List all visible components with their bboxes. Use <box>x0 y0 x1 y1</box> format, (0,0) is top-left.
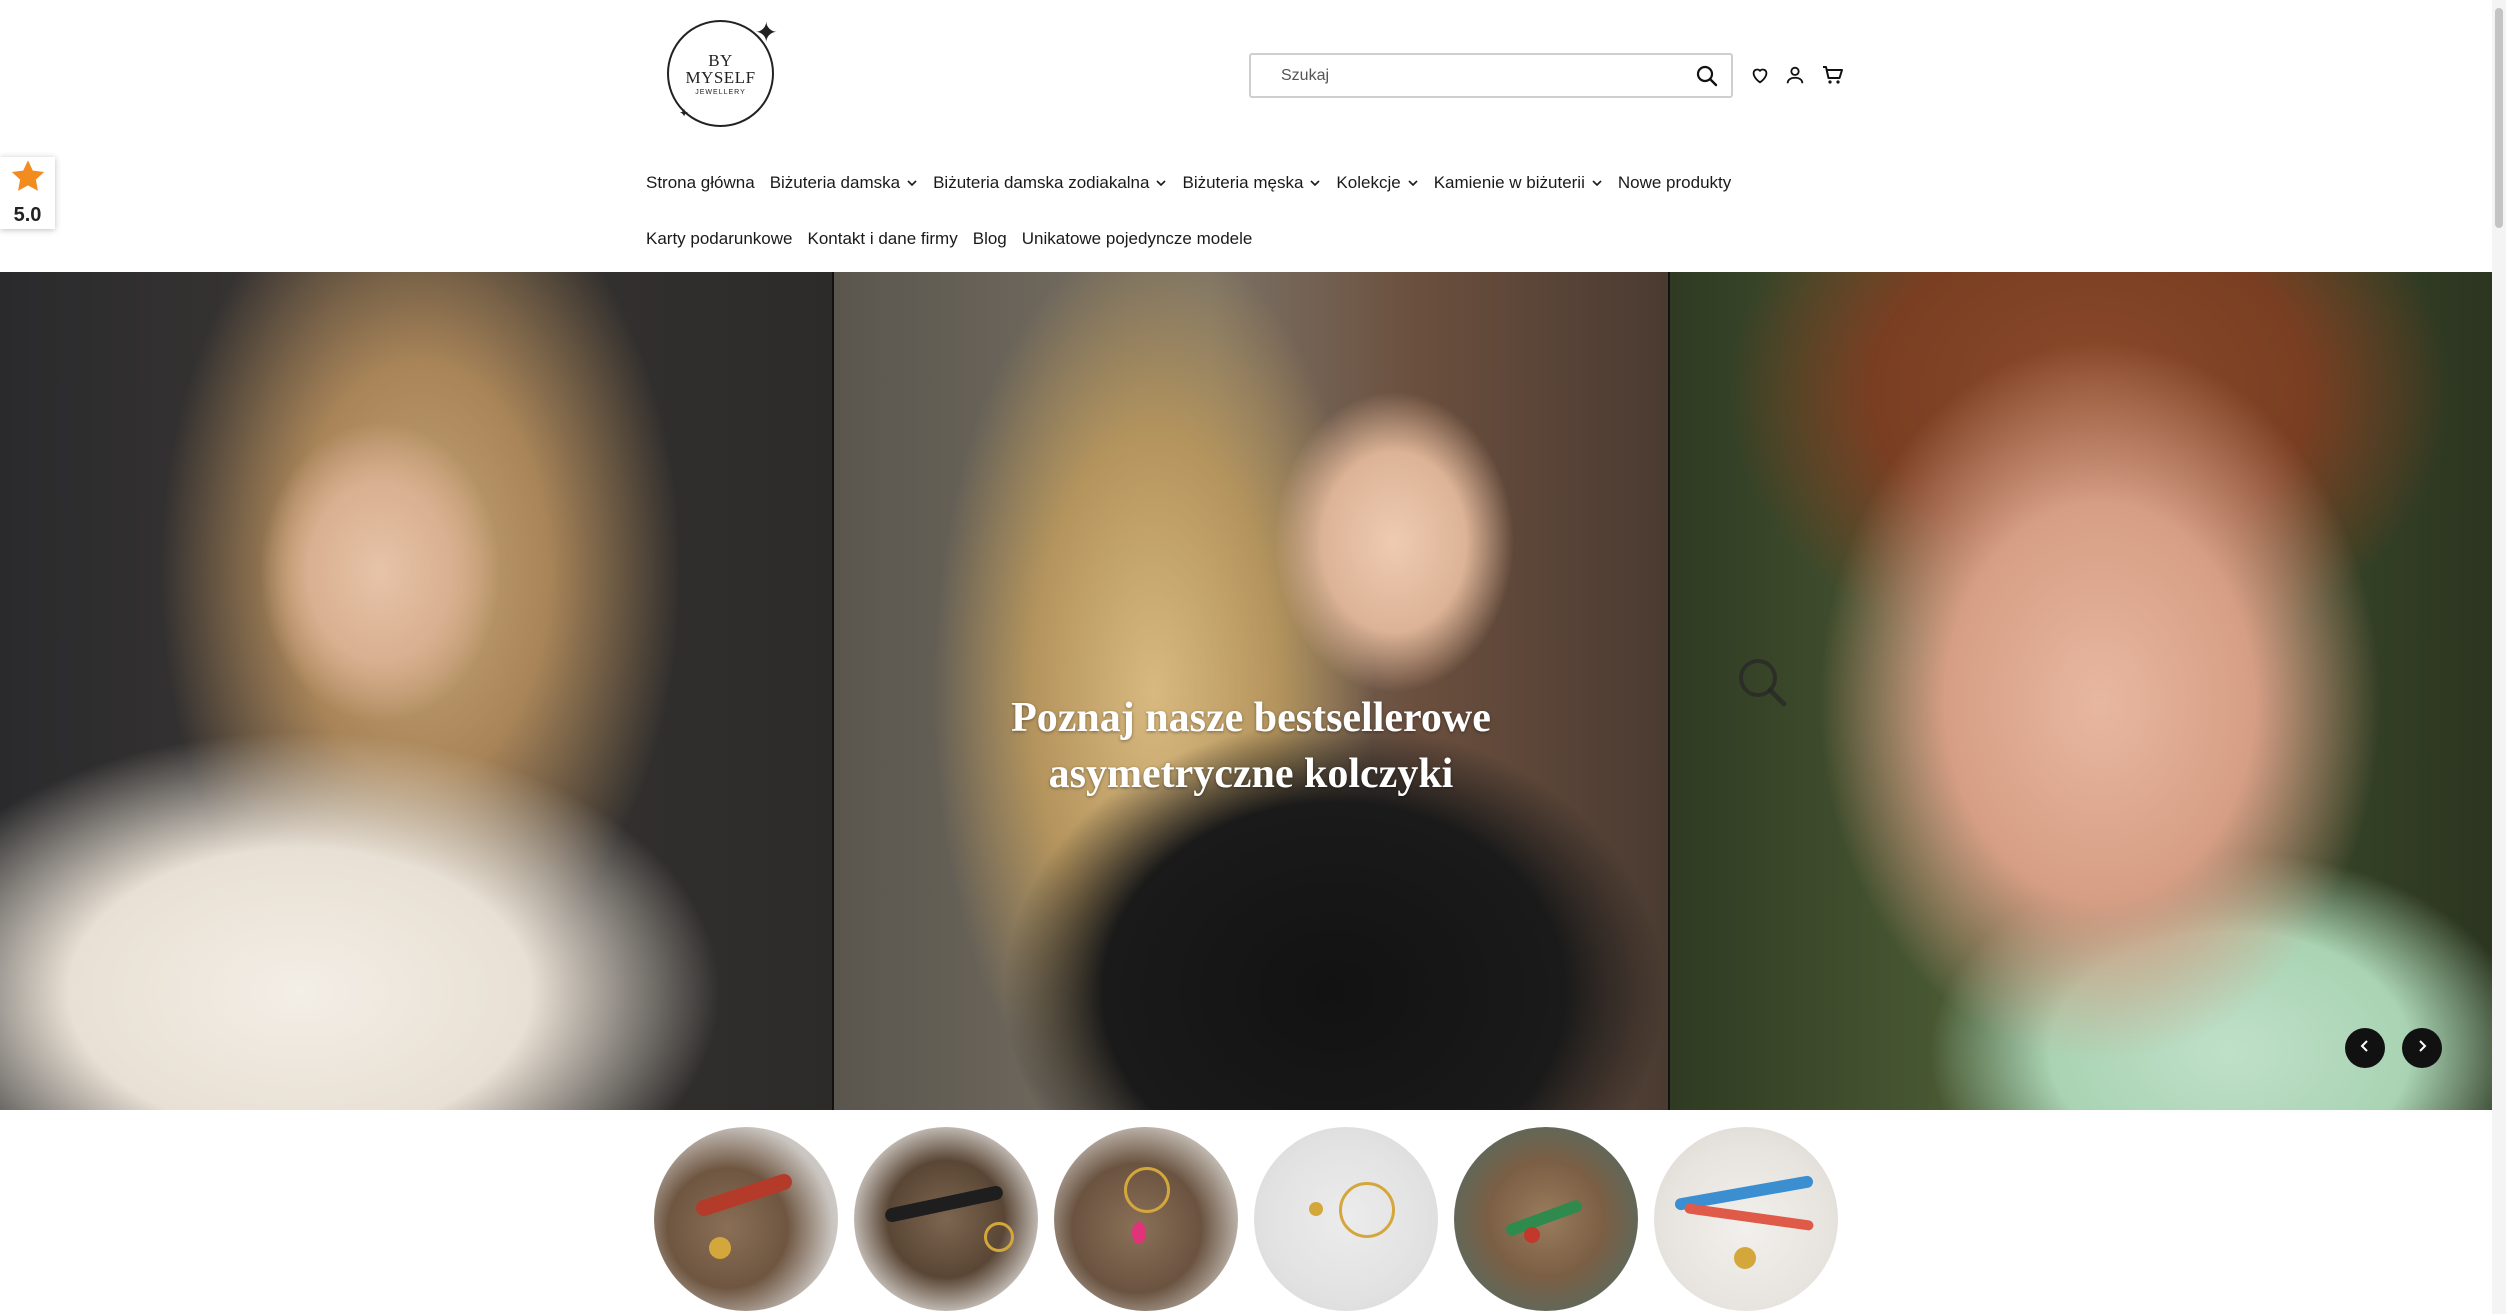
hero-image-model-1 <box>0 272 832 1110</box>
heart-icon[interactable] <box>1747 62 1773 88</box>
chevron-down-icon <box>1155 177 1167 189</box>
search-input[interactable] <box>1251 54 1687 97</box>
nav-item-label: Kontakt i dane firmy <box>807 229 958 248</box>
hero-caption-line-1: Poznaj nasze bestsellerowe <box>1011 695 1491 741</box>
nav-item-label: Kamienie w biżuterii <box>1433 173 1585 192</box>
category-image-earrings[interactable] <box>1054 1127 1238 1311</box>
hero-caption-line-2: asymetryczne kolczyki <box>1048 751 1454 797</box>
logo-line-3: JEWELLERY <box>695 88 746 96</box>
nav-item-nowe-produkty[interactable]: Nowe produkty <box>1618 173 1731 193</box>
category-circles <box>654 1127 1854 1311</box>
nav-item-label: Biżuteria męska <box>1182 173 1304 192</box>
category-image-green-bracelet[interactable] <box>1454 1127 1638 1311</box>
nav-item-kolekcje[interactable]: Kolekcje <box>1336 173 1418 193</box>
nav-item-unikatowe-modele[interactable]: Unikatowe pojedyncze modele <box>1022 229 1253 249</box>
main-navigation: Strona główna Biżuteria damska Biżuteria… <box>646 168 1846 254</box>
nav-row-primary: Strona główna Biżuteria damska Biżuteria… <box>646 168 1846 198</box>
rating-badge[interactable]: 5.0 <box>0 157 55 229</box>
scrollbar-thumb[interactable] <box>2495 8 2503 228</box>
chevron-down-icon <box>1591 177 1603 189</box>
search-icon[interactable] <box>1687 56 1727 96</box>
small-sparkle-icon: ✦ <box>679 106 690 120</box>
chevron-down-icon <box>1309 177 1321 189</box>
nav-item-strona-glowna[interactable]: Strona główna <box>646 173 755 193</box>
nav-item-label: Unikatowe pojedyncze modele <box>1021 229 1253 248</box>
nav-item-label: Blog <box>972 229 1007 248</box>
nav-item-label: Karty podarunkowe <box>646 229 793 248</box>
chevron-down-icon <box>1407 177 1419 189</box>
nav-item-label: Biżuteria damska zodiakalna <box>933 173 1150 192</box>
nav-item-bizuteria-zodiakalna[interactable]: Biżuteria damska zodiakalna <box>933 173 1167 193</box>
nav-item-kontakt[interactable]: Kontakt i dane firmy <box>807 229 957 249</box>
nav-item-label: Biżuteria damska <box>769 173 901 192</box>
nav-item-blog[interactable]: Blog <box>973 229 1007 249</box>
hero-caption: Poznaj nasze bestsellerowe asymetryczne … <box>834 690 1668 802</box>
nav-item-label: Strona główna <box>646 173 755 192</box>
category-image-colorful-bracelets[interactable] <box>1654 1127 1838 1311</box>
cart-icon[interactable] <box>1820 62 1846 88</box>
category-image-bracelets[interactable] <box>654 1127 838 1311</box>
zoom-icon[interactable] <box>1734 654 1790 710</box>
nav-row-secondary: Karty podarunkowe Kontakt i dane firmy B… <box>646 224 1846 254</box>
category-image-black-bracelet[interactable] <box>854 1127 1038 1311</box>
nav-item-kamienie[interactable]: Kamienie w biżuterii <box>1434 173 1603 193</box>
category-image-hoops[interactable] <box>1254 1127 1438 1311</box>
sparkle-icon: ✦ <box>754 18 778 49</box>
rating-value: 5.0 <box>13 204 42 226</box>
search-bar <box>1249 53 1733 98</box>
logo-line-2: MYSELF <box>685 67 756 87</box>
carousel-next-button[interactable] <box>2402 1028 2442 1068</box>
nav-item-karty-podarunkowe[interactable]: Karty podarunkowe <box>646 229 792 249</box>
page-scrollbar[interactable] <box>2492 0 2506 1314</box>
nav-item-label: Kolekcje <box>1336 173 1401 192</box>
nav-item-bizuteria-damska[interactable]: Biżuteria damska <box>770 173 918 193</box>
carousel-prev-button[interactable] <box>2345 1028 2385 1068</box>
star-icon <box>8 157 48 202</box>
nav-item-label: Nowe produkty <box>1617 173 1732 192</box>
user-icon[interactable] <box>1782 62 1808 88</box>
hero-image-model-3 <box>1670 272 2492 1110</box>
chevron-left-icon <box>2358 1039 2372 1058</box>
chevron-right-icon <box>2415 1039 2429 1058</box>
chevron-down-icon <box>906 177 918 189</box>
nav-item-bizuteria-meska[interactable]: Biżuteria męska <box>1182 173 1321 193</box>
logo-line-1: BY <box>708 50 733 70</box>
store-logo[interactable]: ✦ BY MYSELF JEWELLERY ✦ <box>667 20 778 127</box>
